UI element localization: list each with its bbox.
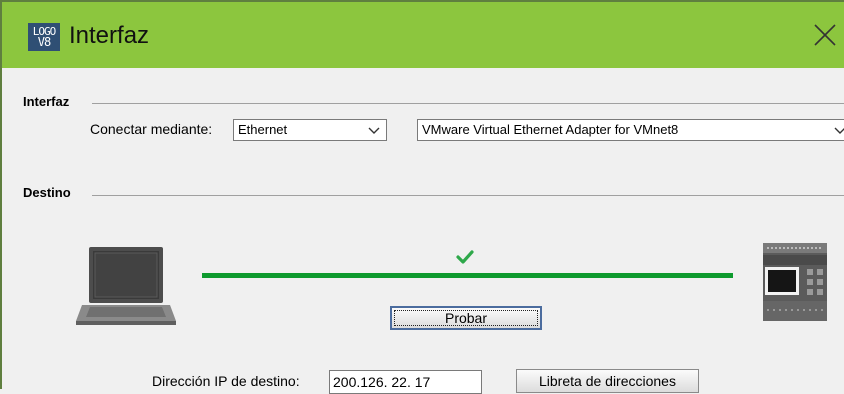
target-ip-label: Dirección IP de destino: [152, 373, 300, 389]
connect-via-label: Conectar mediante: [90, 121, 213, 137]
connection-type-select[interactable]: Ethernet [233, 119, 387, 141]
logo-text-line2: V8 [37, 35, 51, 49]
network-adapter-value: VMware Virtual Ethernet Adapter for VMne… [422, 122, 679, 137]
focus-outline [394, 310, 538, 326]
plc-device-icon [763, 243, 827, 321]
adapter-chevron-down-icon [834, 127, 844, 134]
laptop-icon [76, 247, 176, 325]
address-book-button[interactable]: Libreta de direcciones [516, 369, 699, 393]
network-adapter-select[interactable]: VMware Virtual Ethernet Adapter for VMne… [417, 119, 844, 141]
connection-line [202, 273, 733, 278]
target-group-label: Destino [23, 185, 71, 200]
close-icon[interactable] [812, 22, 838, 48]
interface-group-divider [92, 103, 844, 104]
checkmark-icon [456, 250, 474, 264]
target-group-divider [92, 195, 844, 196]
test-button[interactable]: Probar [390, 306, 542, 330]
logo-app-icon: LOGO V8 [28, 23, 60, 51]
interface-group-label: Interfaz [23, 94, 70, 109]
window-title: Interfaz [69, 22, 150, 49]
interface-dialog: LOGO V8 Interfaz Interfaz Conectar media… [0, 0, 844, 394]
target-ip-input[interactable]: 200.126. 22. 17 [329, 370, 482, 394]
chevron-down-icon [368, 127, 380, 134]
connection-type-value: Ethernet [238, 122, 288, 137]
title-bar: LOGO V8 Interfaz [2, 2, 844, 68]
